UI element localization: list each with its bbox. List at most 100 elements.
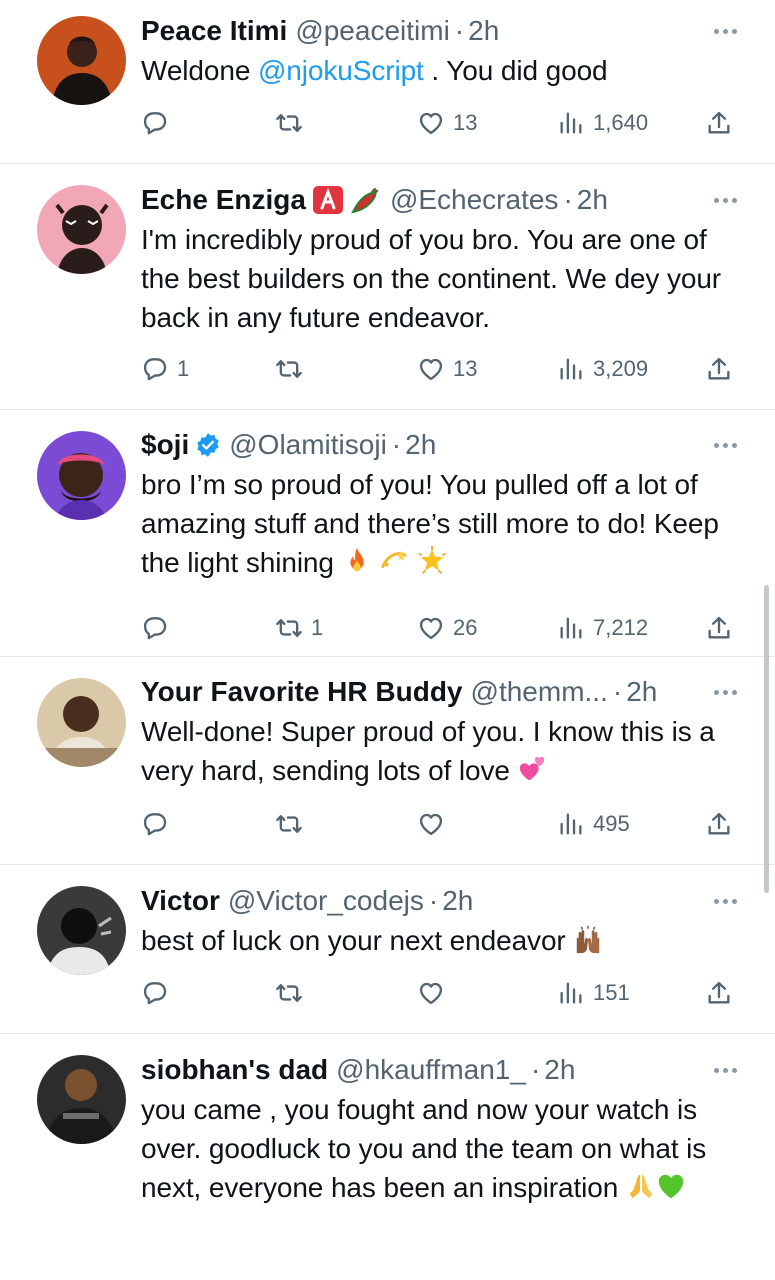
tweet-header: Peace Itimi @peaceitimi · 2h <box>141 11 745 51</box>
user-handle[interactable]: @Victor_codejs <box>228 881 424 921</box>
raising-hands-emoji <box>573 924 603 954</box>
tweet-text: Weldone @njokuScript . You did good <box>141 51 745 90</box>
tweet-text-body: you came , you fought and now your watch… <box>141 1094 707 1203</box>
more-options-icon[interactable] <box>714 881 737 921</box>
share-icon <box>705 810 733 838</box>
reply-button[interactable] <box>141 973 177 1013</box>
retweet-icon <box>275 355 303 383</box>
share-button[interactable] <box>705 608 733 648</box>
more-options-icon[interactable] <box>714 1050 737 1090</box>
retweet-button[interactable]: 1 <box>275 608 323 648</box>
user-handle[interactable]: @Echecrates <box>390 180 559 220</box>
tweet-text-body: Well-done! Super proud of you. I know th… <box>141 716 715 786</box>
reply-button[interactable] <box>141 103 177 143</box>
reply-button[interactable]: 1 <box>141 349 189 389</box>
views-button[interactable]: 3,209 <box>557 349 648 389</box>
glowing-star-emoji <box>417 546 447 576</box>
reply-button[interactable] <box>141 608 177 648</box>
mention-link[interactable]: @njokuScript <box>258 55 424 86</box>
retweet-icon <box>275 109 303 137</box>
retweet-icon <box>275 810 303 838</box>
retweet-button[interactable] <box>275 103 311 143</box>
retweet-button[interactable] <box>275 349 311 389</box>
more-options-icon[interactable] <box>714 11 737 51</box>
display-name[interactable]: Peace Itimi <box>141 11 287 51</box>
display-name[interactable]: siobhan's dad <box>141 1050 328 1090</box>
avatar[interactable] <box>37 185 126 274</box>
like-button[interactable] <box>417 973 453 1013</box>
like-button[interactable]: 13 <box>417 349 477 389</box>
timestamp[interactable]: 2h <box>442 881 473 921</box>
avatar[interactable] <box>37 1055 126 1144</box>
timestamp[interactable]: 2h <box>577 180 608 220</box>
tweet-header: Eche Enziga @Echecrates · 2h <box>141 180 745 220</box>
tweet-6[interactable]: siobhan's dad @hkauffman1_ · 2h you came… <box>0 1034 775 1280</box>
bar-chart-icon <box>557 614 585 642</box>
like-count: 13 <box>453 110 478 135</box>
views-button[interactable]: 495 <box>557 804 630 844</box>
retweet-count: 1 <box>311 615 324 640</box>
share-icon <box>705 979 733 1007</box>
display-name[interactable]: Eche Enziga <box>141 180 306 220</box>
tweet-4[interactable]: Your Favorite HR Buddy @themm... · 2h We… <box>0 657 775 865</box>
more-options-icon[interactable] <box>714 425 737 465</box>
tweet-text-body: best of luck on your next endeavor <box>141 925 566 956</box>
view-count: 1,640 <box>593 110 649 135</box>
share-button[interactable] <box>705 103 733 143</box>
retweet-button[interactable] <box>275 804 311 844</box>
share-button[interactable] <box>705 349 733 389</box>
share-icon <box>705 614 733 642</box>
bar-chart-icon <box>557 810 585 838</box>
a-button-icon <box>312 184 344 216</box>
view-count: 151 <box>593 980 630 1005</box>
reply-button[interactable] <box>141 804 177 844</box>
retweet-button[interactable] <box>275 973 311 1013</box>
tweet-2[interactable]: Eche Enziga @Echecrates · 2h I'm incredi… <box>0 164 775 410</box>
avatar[interactable] <box>37 431 126 520</box>
avatar[interactable] <box>37 16 126 105</box>
bar-chart-icon <box>557 109 585 137</box>
avatar[interactable] <box>37 886 126 975</box>
user-handle[interactable]: @themm... <box>471 672 608 712</box>
separator: · <box>612 676 623 707</box>
action-bar: 495 <box>141 804 761 844</box>
display-name[interactable]: Your Favorite HR Buddy <box>141 672 463 712</box>
user-handle[interactable]: @hkauffman1_ <box>336 1050 526 1090</box>
like-button[interactable] <box>417 804 453 844</box>
tweet-text: bro I’m so proud of you! You pulled off … <box>141 465 745 582</box>
user-handle[interactable]: @Olamitisoji <box>229 425 387 465</box>
share-button[interactable] <box>705 973 733 1013</box>
heart-icon <box>417 614 445 642</box>
timestamp[interactable]: 2h <box>626 672 657 712</box>
reply-icon <box>141 109 169 137</box>
timestamp[interactable]: 2h <box>468 11 499 51</box>
timestamp[interactable]: 2h <box>405 425 436 465</box>
views-button[interactable]: 1,640 <box>557 103 648 143</box>
tweet-3[interactable]: $oji @Olamitisoji · 2h bro I’m so proud … <box>0 410 775 657</box>
view-count: 495 <box>593 811 630 836</box>
verified-icon <box>195 432 221 458</box>
reply-icon <box>141 810 169 838</box>
scrollbar[interactable] <box>764 585 769 893</box>
like-button[interactable]: 13 <box>417 103 477 143</box>
tweet-header: Victor @Victor_codejs · 2h <box>141 881 745 921</box>
user-handle[interactable]: @peaceitimi <box>295 11 449 51</box>
avatar[interactable] <box>37 678 126 767</box>
display-name[interactable]: Victor <box>141 881 220 921</box>
dizzy-emoji <box>379 546 409 576</box>
reply-feed: Peace Itimi @peaceitimi · 2h Weldone @nj… <box>0 0 775 1280</box>
timestamp[interactable]: 2h <box>544 1050 575 1090</box>
tweet-1[interactable]: Peace Itimi @peaceitimi · 2h Weldone @nj… <box>0 0 775 164</box>
more-options-icon[interactable] <box>714 672 737 712</box>
heart-icon <box>417 109 445 137</box>
tweet-5[interactable]: Victor @Victor_codejs · 2h best of luck … <box>0 865 775 1034</box>
like-button[interactable]: 26 <box>417 608 477 648</box>
views-button[interactable]: 7,212 <box>557 608 648 648</box>
retweet-icon <box>275 979 303 1007</box>
views-button[interactable]: 151 <box>557 973 630 1013</box>
share-button[interactable] <box>705 804 733 844</box>
bar-chart-icon <box>557 355 585 383</box>
more-options-icon[interactable] <box>714 180 737 220</box>
display-name[interactable]: $oji <box>141 425 189 465</box>
retweet-icon <box>275 614 303 642</box>
